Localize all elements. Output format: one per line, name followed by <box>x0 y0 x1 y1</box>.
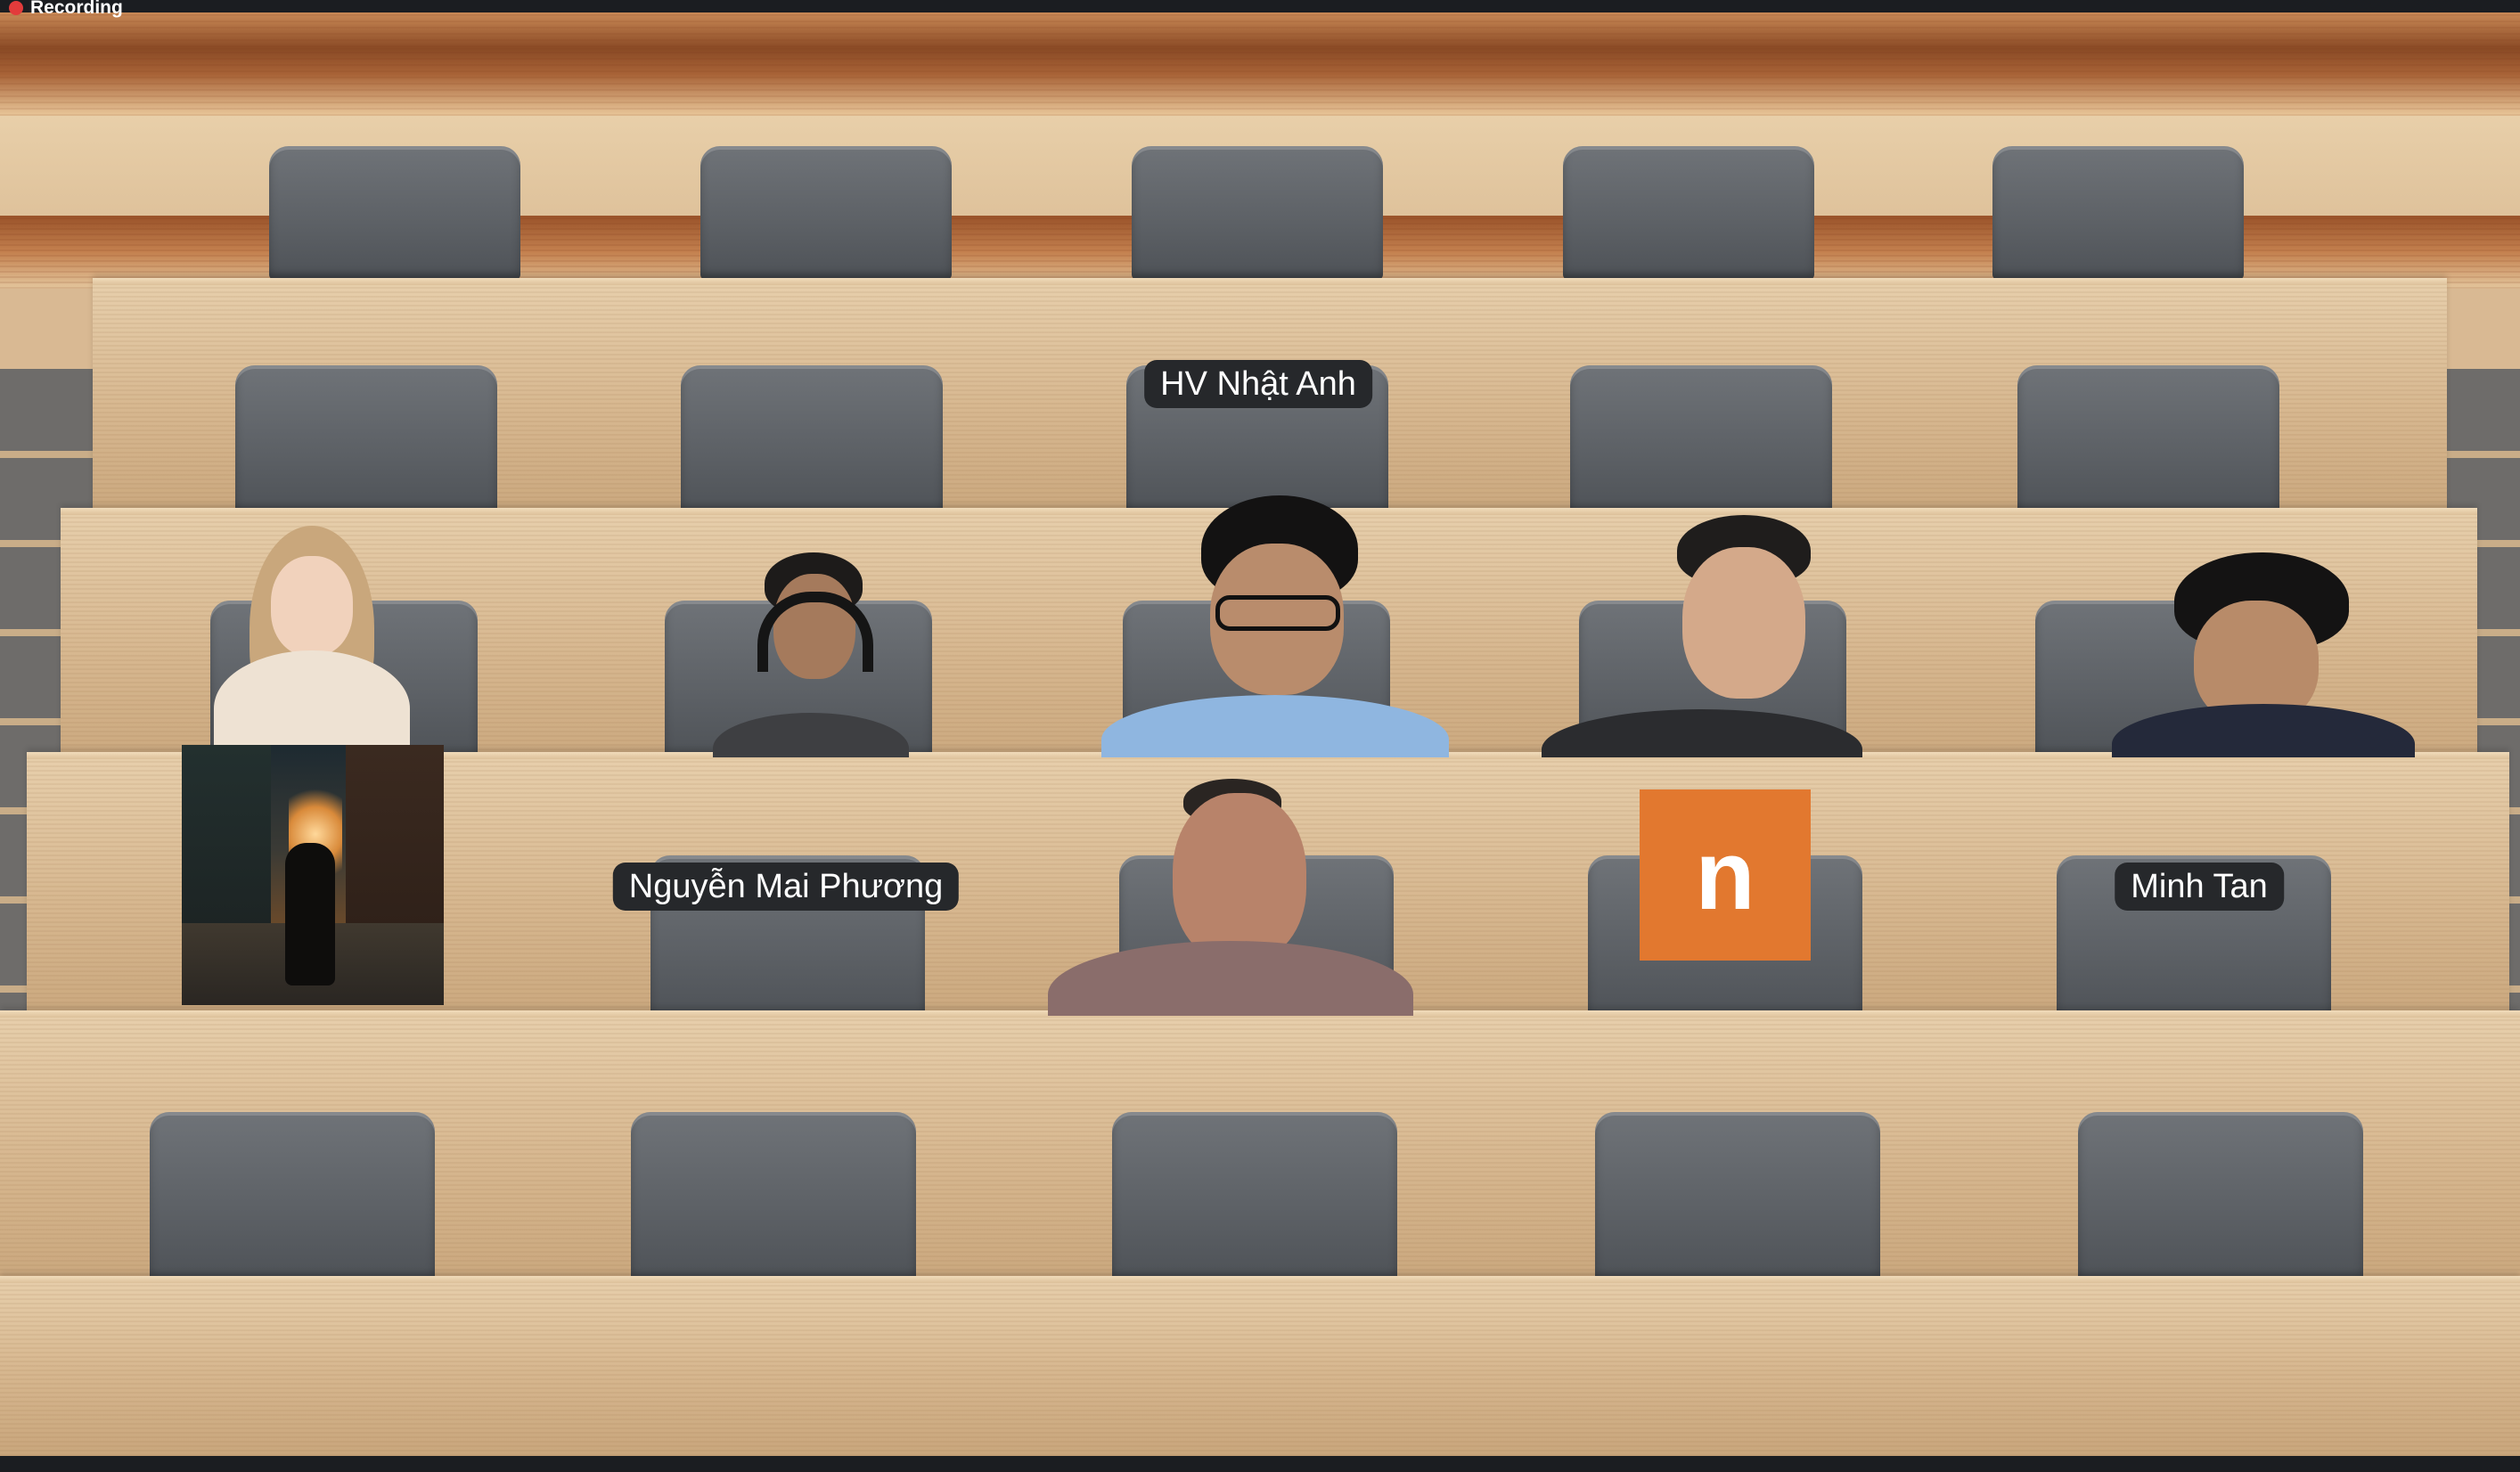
eyeglasses-icon <box>1215 595 1340 631</box>
empty-seat <box>235 365 497 515</box>
participant-video-hand-guy[interactable] <box>2112 547 2415 757</box>
participant-video-girl-top-left[interactable] <box>196 517 428 757</box>
empty-seat <box>2017 365 2279 515</box>
empty-seat <box>1132 146 1383 280</box>
empty-seat <box>681 365 943 515</box>
empty-seat <box>700 146 952 280</box>
recording-indicator: Recording <box>9 0 123 18</box>
participant-avatar-n[interactable]: n <box>1640 789 1811 961</box>
record-dot-icon <box>9 1 23 15</box>
participant-video-headphones-guy[interactable] <box>695 544 927 757</box>
bottom-bar <box>0 1456 2520 1472</box>
immersive-view-auditorium: n HV Nhật Anh Nguyễn Mai Phương Minh Tan <box>0 12 2520 1456</box>
participant-photo-street[interactable] <box>182 745 444 1005</box>
empty-seat <box>631 1112 916 1281</box>
empty-seat <box>1570 365 1832 515</box>
empty-seat <box>150 1112 435 1281</box>
participant-video-glasses-guy[interactable] <box>1101 490 1449 757</box>
empty-seat <box>1595 1112 1880 1281</box>
empty-seat <box>1112 1112 1397 1281</box>
name-tag-minh-tan: Minh Tan <box>2115 863 2284 911</box>
recording-label: Recording <box>30 0 123 18</box>
tier-edge <box>93 278 2447 285</box>
name-tag-hv-nhat-anh: HV Nhật Anh <box>1144 360 1372 408</box>
tier-edge <box>0 1276 2520 1283</box>
participant-video-presenter[interactable] <box>1048 772 1413 1016</box>
empty-seat <box>269 146 520 280</box>
name-tag-nguyen-mai-phuong: Nguyễn Mai Phương <box>612 863 960 911</box>
auditorium-back-wall <box>0 12 2520 116</box>
empty-seat <box>1992 146 2244 280</box>
participant-video-suit-guy[interactable] <box>1533 511 1862 757</box>
auditorium-floor <box>0 1276 2520 1456</box>
empty-seat <box>2078 1112 2363 1281</box>
empty-seat <box>1563 146 1814 280</box>
